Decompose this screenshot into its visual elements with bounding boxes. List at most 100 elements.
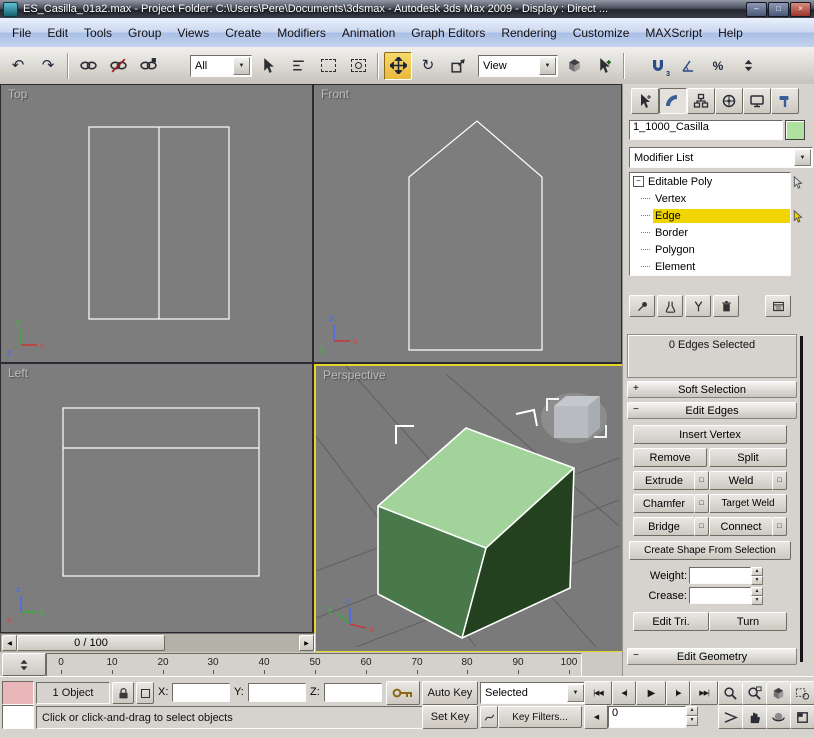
play-button[interactable]: ▶ [636, 681, 666, 705]
weight-input[interactable] [690, 569, 756, 580]
zoom-all-button[interactable] [742, 681, 767, 705]
viewport-left[interactable]: Left z y x [1, 364, 312, 632]
viewport-top[interactable]: Top y x z [1, 85, 312, 362]
stack-item-element[interactable]: Element [630, 258, 790, 275]
select-and-scale-button[interactable] [444, 52, 472, 80]
menu-help[interactable]: Help [710, 19, 751, 47]
modifier-stack[interactable]: − Editable Poly Vertex Edge Border Polyg… [629, 172, 791, 276]
menu-rendering[interactable]: Rendering [493, 19, 564, 47]
selection-filter-dropdown[interactable]: All▼ [190, 55, 252, 77]
time-slider-prev-button[interactable]: ◀ [2, 635, 17, 651]
spinner-snap-toggle-button[interactable] [734, 52, 762, 80]
angle-snap-toggle-button[interactable] [674, 52, 702, 80]
extrude-settings-button[interactable]: □ [694, 471, 709, 490]
bridge-settings-button[interactable]: □ [694, 517, 709, 536]
tab-utilities[interactable] [771, 88, 799, 114]
target-weld-button[interactable]: Target Weld [709, 494, 787, 513]
window-crossing-toggle-button[interactable] [344, 52, 372, 80]
maxscript-listener-white[interactable] [2, 705, 34, 729]
stack-item-editable-poly[interactable]: − Editable Poly [630, 173, 790, 190]
tab-display[interactable] [743, 88, 771, 114]
stack-item-polygon[interactable]: Polygon [630, 241, 790, 258]
object-color-swatch[interactable] [785, 120, 805, 140]
time-slider-track[interactable]: ◀ 0 / 100 ▶ [0, 633, 315, 653]
arc-rotate-button[interactable] [766, 705, 791, 729]
snaps-toggle-button[interactable]: 3 [644, 52, 672, 80]
select-and-rotate-button[interactable]: ↻ [414, 52, 442, 80]
zoom-region-button[interactable] [790, 681, 814, 705]
menu-file[interactable]: File [4, 19, 39, 47]
remove-modifier-button[interactable] [713, 295, 739, 317]
weight-field[interactable] [689, 567, 751, 584]
configure-modifier-sets-button[interactable] [765, 295, 791, 317]
stack-item-edge[interactable]: Edge [630, 207, 790, 224]
select-and-manipulate-button[interactable] [590, 52, 618, 80]
insert-vertex-button[interactable]: Insert Vertex [633, 425, 787, 444]
track-bar-ruler[interactable]: 0 10 20 30 40 50 60 70 80 90 100 [46, 653, 582, 677]
key-filters-button[interactable]: Key Filters... [498, 706, 582, 728]
use-pivot-center-button[interactable] [560, 52, 588, 80]
chevron-down-icon[interactable]: ▼ [539, 57, 556, 75]
menu-customize[interactable]: Customize [565, 19, 638, 47]
chamfer-button[interactable]: Chamfer [633, 494, 695, 513]
menu-tools[interactable]: Tools [76, 19, 120, 47]
select-and-move-button[interactable] [384, 52, 412, 80]
current-frame-input[interactable] [609, 707, 691, 719]
tab-hierarchy[interactable] [687, 88, 715, 114]
menu-group[interactable]: Group [120, 19, 169, 47]
create-shape-from-selection-button[interactable]: Create Shape From Selection [629, 541, 791, 560]
bridge-button[interactable]: Bridge [633, 517, 695, 536]
x-coordinate-field[interactable] [172, 683, 230, 702]
soft-selection-rollout[interactable]: +Soft Selection [627, 381, 797, 398]
panel-scrollbar[interactable] [800, 336, 803, 662]
weight-spinner[interactable]: ▲▼ [751, 567, 763, 583]
auto-key-button[interactable]: Auto Key [422, 681, 478, 705]
set-key-button[interactable]: Set Key [422, 705, 478, 729]
menu-create[interactable]: Create [217, 19, 269, 47]
tab-modify[interactable] [659, 88, 687, 114]
crease-input[interactable] [690, 589, 756, 600]
time-slider-handle[interactable]: 0 / 100 [17, 635, 165, 651]
rectangular-selection-region-button[interactable] [314, 52, 342, 80]
previous-frame-button[interactable]: ◀| [612, 681, 636, 705]
select-by-name-button[interactable] [284, 52, 312, 80]
close-button[interactable]: × [790, 2, 811, 17]
connect-settings-button[interactable]: □ [772, 517, 787, 536]
tab-motion[interactable] [715, 88, 743, 114]
selection-lock-toggle[interactable] [112, 682, 134, 704]
redo-button[interactable]: ↷ [34, 52, 62, 80]
maximize-viewport-toggle[interactable] [790, 705, 814, 729]
split-button[interactable]: Split [709, 448, 787, 467]
zoom-extents-button[interactable] [766, 681, 791, 705]
frame-spinner[interactable]: ▲▼ [686, 706, 698, 726]
edit-edges-rollout[interactable]: −Edit Edges [627, 402, 797, 419]
extrude-button[interactable]: Extrude [633, 471, 695, 490]
menu-maxscript[interactable]: MAXScript [637, 19, 710, 47]
stack-item-border[interactable]: Border [630, 224, 790, 241]
connect-button[interactable]: Connect [709, 517, 773, 536]
unlink-selection-icon[interactable] [104, 52, 132, 80]
show-end-result-button[interactable] [657, 295, 683, 317]
go-to-end-button[interactable]: ▶▶| [690, 681, 718, 705]
pan-hand-button[interactable] [742, 705, 767, 729]
object-name-input[interactable] [630, 121, 788, 133]
key-mode-toggle[interactable] [386, 681, 420, 705]
previous-key-button[interactable]: ◀ [584, 705, 608, 729]
maximize-button[interactable]: □ [768, 2, 789, 17]
select-object-button[interactable] [254, 52, 282, 80]
undo-button[interactable]: ↶ [4, 52, 32, 80]
tab-create[interactable] [631, 88, 659, 114]
bind-to-space-warp-icon[interactable] [134, 52, 162, 80]
viewport-front[interactable]: Front z x y [314, 85, 621, 362]
chamfer-settings-button[interactable]: □ [694, 494, 709, 513]
expand-icon[interactable]: + [633, 383, 639, 394]
stack-item-vertex[interactable]: Vertex [630, 190, 790, 207]
menu-animation[interactable]: Animation [334, 19, 403, 47]
menu-edit[interactable]: Edit [39, 19, 76, 47]
menu-modifiers[interactable]: Modifiers [269, 19, 334, 47]
object-name-field[interactable] [629, 120, 783, 140]
menu-views[interactable]: Views [169, 19, 217, 47]
viewport-perspective[interactable]: Perspective [314, 364, 625, 653]
select-and-link-icon[interactable] [74, 52, 102, 80]
maxscript-listener-pink[interactable] [2, 681, 34, 705]
